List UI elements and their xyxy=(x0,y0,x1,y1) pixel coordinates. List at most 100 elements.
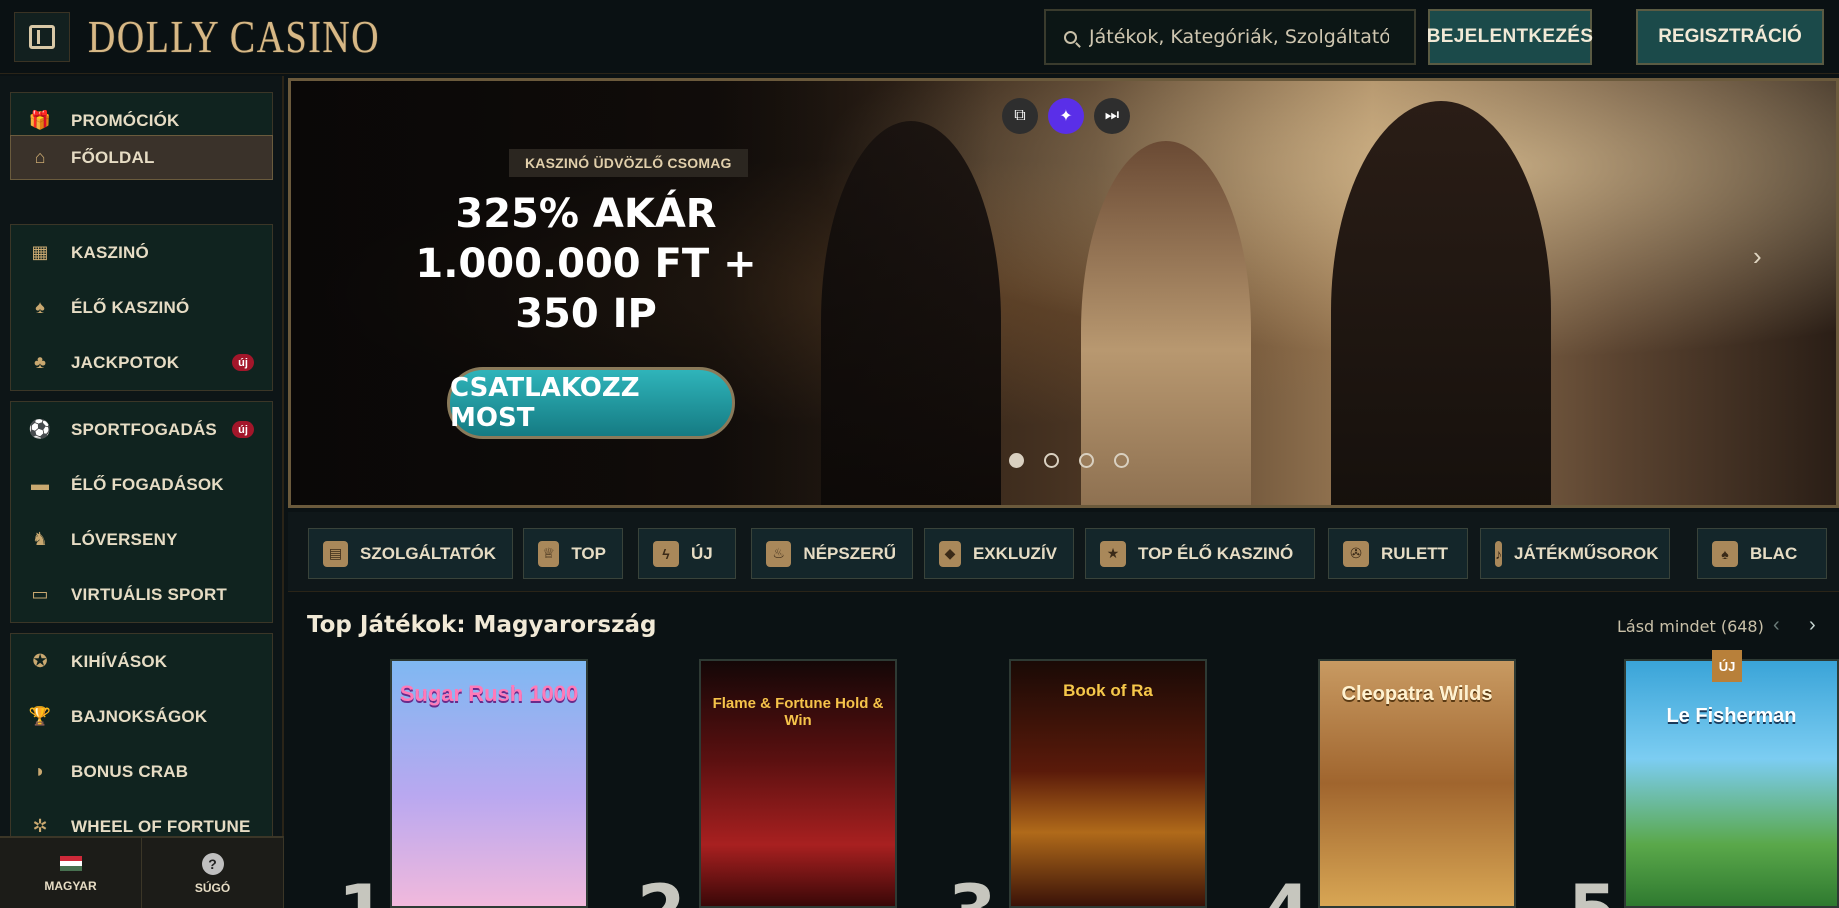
headline-line: 1.000.000 FT + xyxy=(415,241,757,287)
category-label: BLAC xyxy=(1750,543,1798,563)
category-top-live-casino[interactable]: ★ TOP ÉLŐ KASZINÓ xyxy=(1085,528,1315,579)
category-label: JÁTÉKMŰSOROK xyxy=(1514,543,1659,563)
chevron-left-icon[interactable]: ‹ xyxy=(1773,614,1780,637)
logo[interactable]: DOLLY CASINO xyxy=(88,10,380,63)
category-popular[interactable]: ♨ NÉPSZERŰ xyxy=(751,528,913,579)
sidebar-item-label: ÉLŐ KASZINÓ xyxy=(71,297,190,317)
sidebar-item-casino[interactable]: ▦ KASZINÓ xyxy=(11,225,272,280)
category-new[interactable]: ϟ ÚJ xyxy=(638,528,736,579)
sidebar-item-label: BONUS CRAB xyxy=(71,761,189,781)
category-label: TOP ÉLŐ KASZINÓ xyxy=(1138,543,1294,563)
sidebar-item-live-betting[interactable]: ▬ ÉLŐ FOGADÁSOK xyxy=(11,457,272,512)
game-rank: 5 xyxy=(1568,870,1617,908)
slide-dot[interactable] xyxy=(1114,453,1129,468)
game-thumbnail xyxy=(1626,661,1837,906)
sidebar-group-casino: ▦ KASZINÓ ♠ ÉLŐ KASZINÓ ♣ JACKPOTOK új xyxy=(10,224,273,391)
slide-dot[interactable] xyxy=(1044,453,1059,468)
game-card-le-fisherman[interactable]: Le Fisherman xyxy=(1624,659,1839,908)
game-rank: 1 xyxy=(338,870,387,908)
language-selector[interactable]: MAGYAR xyxy=(0,838,142,908)
category-providers[interactable]: ▤ SZOLGÁLTATÓK xyxy=(308,528,513,579)
sidebar-item-label: VIRTUÁLIS SPORT xyxy=(71,584,228,604)
login-button[interactable]: BEJELENTKEZÉS xyxy=(1427,9,1593,65)
microphone-icon: ♪ xyxy=(1495,540,1502,567)
game-title: Le Fisherman xyxy=(1666,705,1797,727)
category-label: TOP xyxy=(571,543,606,563)
sparkle-icon[interactable]: ✦ xyxy=(1048,98,1084,134)
skip-forward-icon[interactable]: ⏭ xyxy=(1094,98,1130,134)
copy-icon[interactable]: ⧉ xyxy=(1002,98,1038,134)
help-button[interactable]: ? SÚGÓ xyxy=(142,838,284,908)
category-roulette[interactable]: ✇ RULETT xyxy=(1328,528,1468,579)
game-title: Cleopatra Wilds xyxy=(1341,683,1493,705)
sidebar-item-challenges[interactable]: ✪ KIHÍVÁSOK xyxy=(11,634,272,689)
headline-line: 350 IP xyxy=(515,291,657,337)
category-label: NÉPSZERŰ xyxy=(803,543,896,563)
sidebar-item-label: JACKPOTOK xyxy=(71,352,180,372)
sidebar-item-bonus-crab[interactable]: ◗ BONUS CRAB xyxy=(11,744,272,799)
new-badge: új xyxy=(232,354,254,371)
sidebar-footer: MAGYAR ? SÚGÓ xyxy=(0,836,284,908)
slot-machine-icon: ▦ xyxy=(31,242,49,262)
sidebar-item-label: PROMÓCIÓK xyxy=(71,110,180,130)
category-blackjack[interactable]: ♠ BLAC xyxy=(1697,528,1827,579)
category-label: EXKLUZÍV xyxy=(972,543,1057,563)
category-game-shows[interactable]: ♪ JÁTÉKMŰSOROK xyxy=(1480,528,1670,579)
sidebar-item-sports-betting[interactable]: ⚽ SPORTFOGADÁS új xyxy=(11,402,272,457)
search-icon xyxy=(1064,30,1077,44)
sidebar-item-label: KIHÍVÁSOK xyxy=(71,651,168,671)
game-card-book-of-ra[interactable]: Book of Ra xyxy=(1009,659,1207,908)
sidebar-item-tournaments[interactable]: 🏆 BAJNOKSÁGOK xyxy=(11,689,272,744)
football-icon: ⚽ xyxy=(28,419,52,439)
see-all-link[interactable]: Lásd mindet (648) xyxy=(1617,617,1764,636)
slide-dot[interactable] xyxy=(1079,453,1094,468)
slide-dot[interactable] xyxy=(1009,453,1024,468)
hungarian-flag-icon xyxy=(59,855,82,871)
game-card-cleopatra-wilds[interactable]: Cleopatra Wilds xyxy=(1318,659,1516,908)
wheel-icon: ✲ xyxy=(32,816,48,836)
cards-icon: ▤ xyxy=(323,540,349,567)
sidebar-item-label: LÓVERSENY xyxy=(71,529,178,549)
new-badge: új xyxy=(232,421,254,438)
chevron-right-icon[interactable]: › xyxy=(1753,241,1762,272)
sidebar-toggle-button[interactable] xyxy=(14,12,70,62)
category-exclusive[interactable]: ◆ EXKLUZÍV xyxy=(924,528,1074,579)
sidebar-item-label: ÉLŐ FOGADÁSOK xyxy=(71,474,224,494)
sidebar-item-virtual-sports[interactable]: ▭ VIRTUÁLIS SPORT xyxy=(11,567,272,622)
game-card-flame-fortune[interactable]: Flame & Fortune Hold & Win xyxy=(699,659,897,908)
roulette-icon: ✇ xyxy=(1343,540,1369,567)
game-title: Book of Ra xyxy=(1063,681,1153,700)
new-badge: ÚJ xyxy=(1712,650,1742,682)
search-box[interactable] xyxy=(1044,9,1416,65)
horse-icon: ♞ xyxy=(31,529,49,549)
sidebar-item-jackpots[interactable]: ♣ JACKPOTOK új xyxy=(11,335,272,390)
section-title: Top Játékok: Magyarország xyxy=(307,612,657,638)
chevron-right-icon[interactable]: › xyxy=(1809,614,1816,637)
game-title: Sugar Rush 1000 xyxy=(399,681,579,706)
register-button[interactable]: REGISZTRÁCIÓ xyxy=(1636,9,1824,65)
headline-line: 325% AKÁR xyxy=(455,191,717,237)
blackjack-icon: ♠ xyxy=(1712,540,1738,567)
category-label: SZOLGÁLTATÓK xyxy=(360,543,496,563)
game-card-sugar-rush[interactable]: Sugar Rush 1000 xyxy=(390,659,588,908)
hero-banner[interactable]: KASZINÓ ÜDVÖZLŐ CSOMAG 325% AKÁR 1.000.0… xyxy=(288,78,1839,508)
sidebar-item-live-casino[interactable]: ♠ ÉLŐ KASZINÓ xyxy=(11,280,272,335)
search-input[interactable] xyxy=(1089,26,1389,48)
join-now-button[interactable]: CSATLAKOZZ MOST xyxy=(447,367,735,439)
game-rank: 3 xyxy=(948,870,997,908)
diamond-icon: ◆ xyxy=(939,540,961,567)
game-rank: 2 xyxy=(637,870,686,908)
language-label: MAGYAR xyxy=(44,878,97,893)
live-icon: ▬ xyxy=(31,474,49,494)
sidebar-item-horse-racing[interactable]: ♞ LÓVERSENY xyxy=(11,512,272,567)
lightning-icon: ϟ xyxy=(653,540,679,567)
medal-icon: ✪ xyxy=(32,651,48,671)
clover-icon: ♣ xyxy=(34,352,46,372)
sidebar-item-home[interactable]: ⌂ FŐOLDAL xyxy=(11,136,272,179)
help-label: SÚGÓ xyxy=(194,881,231,895)
playing-card-icon: ♠ xyxy=(35,297,45,317)
sidebar-panel-icon xyxy=(29,25,55,49)
category-top[interactable]: ♕ TOP xyxy=(523,528,623,579)
top-header: DOLLY CASINO BEJELENTKEZÉS REGISZTRÁCIÓ xyxy=(0,0,1839,74)
crab-icon: ◗ xyxy=(34,761,46,781)
